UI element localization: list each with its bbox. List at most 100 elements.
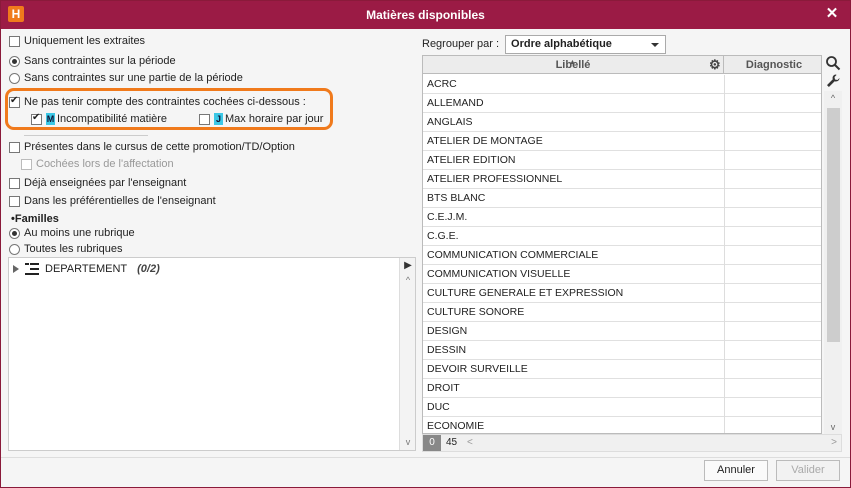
row-diagnostic-cell (724, 379, 725, 398)
row-label: CULTURE SONORE (427, 306, 525, 318)
all-rubrics-radio[interactable] (9, 243, 20, 255)
table-row[interactable]: C.E.J.M. (423, 208, 821, 227)
wrench-icon[interactable] (825, 73, 841, 89)
table-row[interactable]: BTS BLANC (423, 189, 821, 208)
row-diagnostic-cell (724, 227, 725, 246)
table-row[interactable]: ATELIER EDITION (423, 151, 821, 170)
max-hours-checkbox[interactable] (199, 113, 210, 125)
grid-scrollbar[interactable]: ^ v (824, 91, 842, 434)
table-row[interactable]: ANGLAIS (423, 113, 821, 132)
cancel-button[interactable]: Annuler (704, 460, 768, 481)
grouping-label: Regrouper par : (422, 38, 500, 50)
search-icon[interactable] (825, 55, 841, 71)
table-row[interactable]: COMMUNICATION VISUELLE (423, 265, 821, 284)
incompat-label: Incompatibilité matière (57, 113, 168, 125)
at-least-one-option[interactable]: Au moins une rubrique (9, 225, 135, 241)
ignore-constraints-checkbox[interactable] (9, 95, 20, 108)
table-row[interactable]: CULTURE GENERALE ET EXPRESSION (423, 284, 821, 303)
ignore-constraints-option[interactable]: Ne pas tenir compte des contraintes coch… (9, 94, 306, 110)
no-constraints-period-radio[interactable] (9, 55, 20, 67)
no-constraints-part-radio[interactable] (9, 72, 20, 84)
table-row[interactable]: CULTURE SONORE (423, 303, 821, 322)
table-row[interactable]: DESIGN (423, 322, 821, 341)
selected-count: 0 (423, 435, 441, 451)
at-least-one-label: Au moins une rubrique (24, 227, 135, 239)
checked-on-assign-option: Cochées lors de l'affectation (21, 156, 174, 172)
present-cursus-option[interactable]: Présentes dans le cursus de cette promot… (9, 139, 295, 155)
taught-by-teacher-label: Déjà enseignées par l'enseignant (24, 177, 187, 189)
row-diagnostic-cell (724, 246, 725, 265)
table-row[interactable]: DROIT (423, 379, 821, 398)
window-title: Matières disponibles (366, 8, 485, 22)
no-constraints-period-option[interactable]: Sans contraintes sur la période (9, 53, 176, 69)
max-hours-option[interactable]: J Max horaire par jour (199, 111, 323, 127)
present-cursus-label: Présentes dans le cursus de cette promot… (24, 141, 295, 153)
all-rubrics-option[interactable]: Toutes les rubriques (9, 241, 122, 257)
tree-item-departement[interactable]: DEPARTEMENT (0/2) (13, 262, 160, 276)
incompat-option[interactable]: M Incompatibilité matière (31, 111, 167, 127)
table-row[interactable]: ACRC (423, 75, 821, 94)
ignore-constraints-label: Ne pas tenir compte des contraintes coch… (24, 96, 306, 108)
scroll-thumb[interactable] (827, 108, 840, 342)
row-label: ATELIER PROFESSIONNEL (427, 173, 563, 185)
tree-item-count: (0/2) (137, 263, 160, 275)
at-least-one-radio[interactable] (9, 227, 20, 239)
checked-on-assign-checkbox (21, 158, 32, 170)
row-label: DESSIN (427, 344, 467, 356)
table-row[interactable]: ATELIER PROFESSIONNEL (423, 170, 821, 189)
only-extracts-option[interactable]: Uniquement les extraites (9, 33, 145, 49)
table-row[interactable]: ECONOMIE (423, 417, 821, 433)
incompat-badge-icon: M (46, 113, 55, 125)
taught-by-teacher-checkbox[interactable] (9, 177, 20, 189)
grouping-select[interactable]: Ordre alphabétique (505, 34, 667, 54)
column-header-diagnostic[interactable]: Diagnostic (725, 56, 821, 74)
present-cursus-checkbox[interactable] (9, 141, 20, 153)
checked-on-assign-label: Cochées lors de l'affectation (36, 158, 174, 170)
only-extracts-label: Uniquement les extraites (24, 35, 146, 47)
teacher-preferences-option[interactable]: Dans les préférentielles de l'enseignant (9, 193, 216, 209)
grouping-value: Ordre alphabétique (511, 37, 612, 50)
table-row[interactable]: DEVOIR SURVEILLE (423, 360, 821, 379)
scroll-down-icon[interactable]: v (400, 434, 416, 450)
table-row[interactable]: DESSIN (423, 341, 821, 360)
scroll-up-icon[interactable]: ^ (824, 91, 842, 105)
tree-scrollbar[interactable]: ▶ ^ v (399, 258, 415, 450)
scroll-up-icon[interactable]: ^ (400, 272, 416, 288)
no-constraints-part-label: Sans contraintes sur une partie de la pé… (24, 72, 243, 84)
table-row[interactable]: C.G.E. (423, 227, 821, 246)
scroll-right-icon[interactable]: > (831, 435, 837, 451)
row-diagnostic-cell (724, 132, 725, 151)
validate-button[interactable]: Valider (776, 460, 840, 481)
families-tree[interactable]: DEPARTEMENT (0/2) ▶ ^ v (8, 257, 416, 451)
incompat-checkbox[interactable] (31, 112, 42, 125)
scroll-left-icon[interactable]: < (467, 435, 473, 451)
row-diagnostic-cell (724, 75, 725, 94)
row-label: BTS BLANC (427, 192, 486, 204)
row-diagnostic-cell (724, 398, 725, 417)
row-label: DROIT (427, 382, 460, 394)
table-row[interactable]: DUC (423, 398, 821, 417)
table-row[interactable]: ATELIER DE MONTAGE (423, 132, 821, 151)
teacher-preferences-label: Dans les préférentielles de l'enseignant (24, 195, 216, 207)
row-label: ACRC (427, 78, 457, 90)
table-row[interactable]: COMMUNICATION COMMERCIALE (423, 246, 821, 265)
no-constraints-part-option[interactable]: Sans contraintes sur une partie de la pé… (9, 70, 243, 86)
row-diagnostic-cell (724, 341, 725, 360)
table-row[interactable]: ALLEMAND (423, 94, 821, 113)
grouping-bar: Regrouper par : Ordre alphabétique (422, 34, 667, 54)
divider (24, 135, 148, 136)
scroll-down-icon[interactable]: v (824, 420, 842, 434)
teacher-preferences-checkbox[interactable] (9, 195, 20, 207)
taught-by-teacher-option[interactable]: Déjà enseignées par l'enseignant (9, 175, 186, 191)
close-button[interactable]: ✕ (824, 6, 840, 22)
gear-icon[interactable]: ⚙ (709, 57, 721, 73)
row-label: C.E.J.M. (427, 211, 468, 223)
row-label: CULTURE GENERALE ET EXPRESSION (427, 287, 624, 299)
only-extracts-checkbox[interactable] (9, 35, 20, 47)
grid-body: ACRC ALLEMAND ANGLAIS ATELIER DE MONTAGE ATE… (423, 75, 821, 433)
row-label: ATELIER EDITION (427, 154, 516, 166)
row-diagnostic-cell (724, 151, 725, 170)
column-header-label[interactable]: ▲ Libellé ⚙ (423, 56, 724, 74)
expand-arrow-icon[interactable] (13, 265, 19, 273)
sort-up-icon: ▲ (569, 59, 576, 66)
